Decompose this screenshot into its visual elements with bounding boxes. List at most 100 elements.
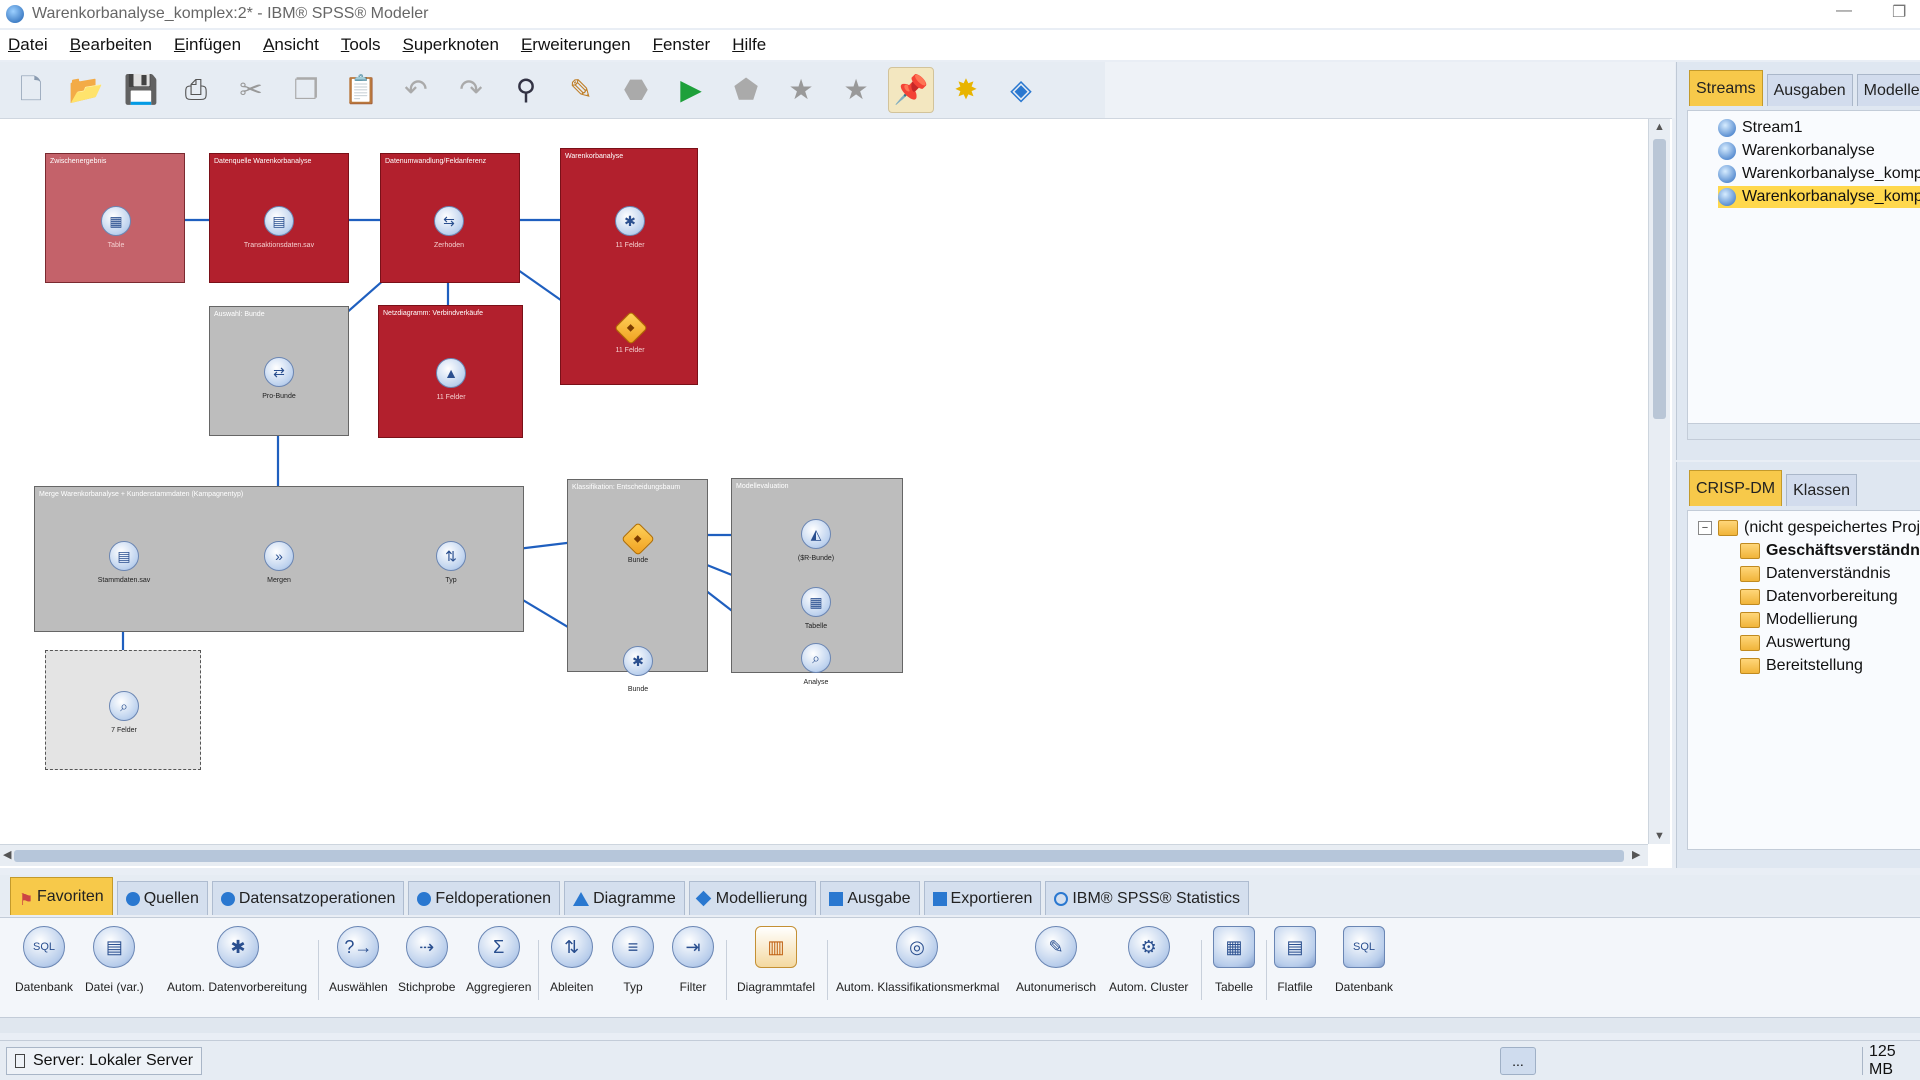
palette-node-autom-cluster[interactable]: ⚙ Autom. Cluster <box>1109 926 1188 994</box>
palette-node-datenbank-export[interactable]: SQL Datenbank <box>1335 926 1393 994</box>
stop-button[interactable]: ⬣ <box>613 67 659 113</box>
scroll-left-icon[interactable]: ◀ <box>3 848 11 861</box>
palette-node-filter[interactable]: ⇥ Filter <box>672 926 714 994</box>
gri-model-node[interactable]: ◆ <box>614 311 648 345</box>
stream-item[interactable]: Stream1 <box>1718 117 1802 139</box>
horizontal-scroll-thumb[interactable] <box>14 850 1624 862</box>
supernode-klassifikation[interactable]: Klassifikation: Entscheidungsbaum ◆ Bund… <box>567 479 708 693</box>
paste-button[interactable]: 📋 <box>338 67 384 113</box>
canvas-vertical-scrollbar[interactable]: ▲ ▼ <box>1648 119 1670 844</box>
palette-tab-ausgabe[interactable]: Ausgabe <box>820 881 920 915</box>
stream-item[interactable]: Warenkorbanalyse_kompl <box>1718 163 1920 185</box>
palette-node-autonumerisch[interactable]: ✎ Autonumerisch <box>1016 926 1096 994</box>
restore-icon[interactable]: ❐ <box>1892 2 1906 22</box>
open-button[interactable]: 📂 <box>63 67 109 113</box>
folder-datenvorbereitung[interactable]: Datenvorbereitung <box>1740 586 1898 608</box>
palette-tab-exportieren[interactable]: Exportieren <box>923 881 1042 915</box>
menu-hilfe[interactable]: Hilfe <box>732 35 782 55</box>
palette-node-typ[interactable]: ≡ Typ <box>612 926 654 994</box>
copy-button[interactable]: ❐ <box>283 67 329 113</box>
source-node[interactable]: ▤ <box>264 206 294 236</box>
palette-scrollbar[interactable] <box>0 1017 1920 1033</box>
derive-node[interactable]: ⇆ <box>434 206 464 236</box>
gri-node[interactable]: ✱ <box>615 206 645 236</box>
palette-node-ableiten[interactable]: ⇅ Ableiten <box>550 926 593 994</box>
data-audit-node[interactable]: ⌕ <box>109 691 139 721</box>
supernode-modellevaluation[interactable]: Modellevaluation ◭ ($R-Bunde) ▦ Tabelle … <box>731 478 903 686</box>
project-root[interactable]: − (nicht gespeichertes Proje <box>1698 517 1920 539</box>
menu-tools[interactable]: Tools <box>341 35 397 55</box>
collapse-icon[interactable]: − <box>1698 521 1712 535</box>
stream-item[interactable]: Warenkorbanalyse <box>1718 140 1875 162</box>
web-node[interactable]: ▲ <box>436 358 466 388</box>
type-node[interactable]: ⇅ <box>436 541 466 571</box>
vertical-scroll-thumb[interactable] <box>1653 139 1666 419</box>
select-node[interactable]: ⇄ <box>264 357 294 387</box>
status-more-button[interactable]: ... <box>1500 1047 1536 1075</box>
save-button[interactable]: 💾 <box>118 67 164 113</box>
scroll-down-icon[interactable]: ▼ <box>1654 830 1665 842</box>
palette-node-aggregieren[interactable]: Σ Aggregieren <box>466 926 531 994</box>
palette-node-auswaehlen[interactable]: ?→ Auswählen <box>329 926 388 994</box>
supernode-auswahl[interactable]: Auswahl: Bunde ⇄ Pro-Bunde <box>209 306 349 436</box>
menu-erweiterungen[interactable]: Erweiterungen <box>521 35 647 55</box>
palette-tab-statistics[interactable]: IBM® SPSS® Statistics <box>1045 881 1249 915</box>
palette-node-tabelle[interactable]: ▦ Tabelle <box>1213 926 1255 994</box>
run-selection-button[interactable]: ⬟ <box>723 67 769 113</box>
server-status[interactable]: Server: Lokaler Server <box>6 1047 203 1075</box>
tree-build-node[interactable]: ✱ <box>623 646 653 676</box>
menu-datei[interactable]: Datei <box>8 35 64 55</box>
minimize-icon[interactable]: — <box>1836 2 1852 20</box>
menu-fenster[interactable]: Fenster <box>653 35 727 55</box>
palette-node-diagrammtafel[interactable]: ▥ Diagrammtafel <box>737 926 815 994</box>
tab-crisp-dm[interactable]: CRISP-DM <box>1689 470 1783 506</box>
stream-canvas[interactable]: Zwischenergebnis ▦ Table Datenquelle War… <box>0 119 1648 844</box>
scroll-right-icon[interactable]: ▶ <box>1632 848 1640 861</box>
menu-einfuegen[interactable]: Einfügen <box>174 35 257 55</box>
menu-bearbeiten[interactable]: Bearbeiten <box>70 35 168 55</box>
palette-tab-modellierung[interactable]: Modellierung <box>688 881 817 915</box>
undo-button[interactable]: ↶ <box>393 67 439 113</box>
scroll-up-icon[interactable]: ▲ <box>1654 121 1665 133</box>
zoom-supernode-button[interactable]: ★ <box>833 67 879 113</box>
supernode-datenumwandlung[interactable]: Datenumwandlung/Feldanferenz ⇆ Zerhoden <box>380 153 520 283</box>
menu-superknoten[interactable]: Superknoten <box>403 35 515 55</box>
annotation-toggle-button[interactable]: 📌 <box>888 67 934 113</box>
tab-ausgaben[interactable]: Ausgaben <box>1766 74 1853 106</box>
supernode-netzdiagramm[interactable]: Netzdiagramm: Verbindverkäufe ▲ 11 Felde… <box>378 305 523 438</box>
folder-datenverstaendnis[interactable]: Datenverständnis <box>1740 563 1891 585</box>
tab-klassen[interactable]: Klassen <box>1786 474 1858 506</box>
new-stream-button[interactable]: 🗋 <box>8 67 54 113</box>
palette-tab-favoriten[interactable]: ⚑ Favoriten <box>10 877 113 915</box>
palette-node-autom-datenvorbereitung[interactable]: ✱ Autom. Datenvorbereitung <box>167 926 307 994</box>
cut-button[interactable]: ✂ <box>228 67 274 113</box>
find-button[interactable]: ⚲ <box>503 67 549 113</box>
stream-item-selected[interactable]: Warenkorbanalyse_kompl <box>1718 186 1920 208</box>
print-button[interactable]: ⎙ <box>173 67 219 113</box>
comment-button[interactable]: ✸ <box>943 67 989 113</box>
stammdaten-source-node[interactable]: ▤ <box>109 541 139 571</box>
palette-node-datenbank[interactable]: SQL Datenbank <box>15 926 73 994</box>
insert-supernode-button[interactable]: ★ <box>778 67 824 113</box>
supernode-warenkorbanalyse[interactable]: Warenkorbanalyse ✱ 11 Felder ◆ 11 Felder <box>560 148 698 385</box>
edit-properties-button[interactable]: ✎ <box>558 67 604 113</box>
palette-tab-quellen[interactable]: Quellen <box>116 881 208 915</box>
folder-geschaeftsverstaendnis[interactable]: Geschäftsverständnis <box>1740 540 1920 562</box>
analysis-node[interactable]: ⌕ <box>801 643 831 673</box>
folder-modellierung[interactable]: Modellierung <box>1740 609 1858 631</box>
palette-tab-datensatzoperationen[interactable]: Datensatzoperationen <box>211 881 405 915</box>
tab-modelle[interactable]: Modelle <box>1856 74 1920 106</box>
merge-node[interactable]: » <box>264 541 294 571</box>
model-gem-button[interactable]: ◈ <box>998 67 1044 113</box>
redo-button[interactable]: ↷ <box>448 67 494 113</box>
palette-node-datei-var[interactable]: ▤ Datei (var.) <box>85 926 144 994</box>
palette-tab-diagramme[interactable]: Diagramme <box>564 881 685 915</box>
supernode-datenquelle[interactable]: Datenquelle Warenkorbanalyse ▤ Transakti… <box>209 153 349 283</box>
folder-bereitstellung[interactable]: Bereitstellung <box>1740 655 1863 677</box>
evaluation-node[interactable]: ◭ <box>801 519 831 549</box>
menu-ansicht[interactable]: Ansicht <box>263 35 335 55</box>
tree-model-node[interactable]: ◆ <box>621 522 655 556</box>
supernode-merge[interactable]: Merge Warenkorbanalyse + Kundenstammdate… <box>34 486 524 632</box>
supernode-7-felder[interactable]: ⌕ 7 Felder <box>45 650 201 770</box>
tab-streams[interactable]: Streams <box>1689 70 1763 106</box>
